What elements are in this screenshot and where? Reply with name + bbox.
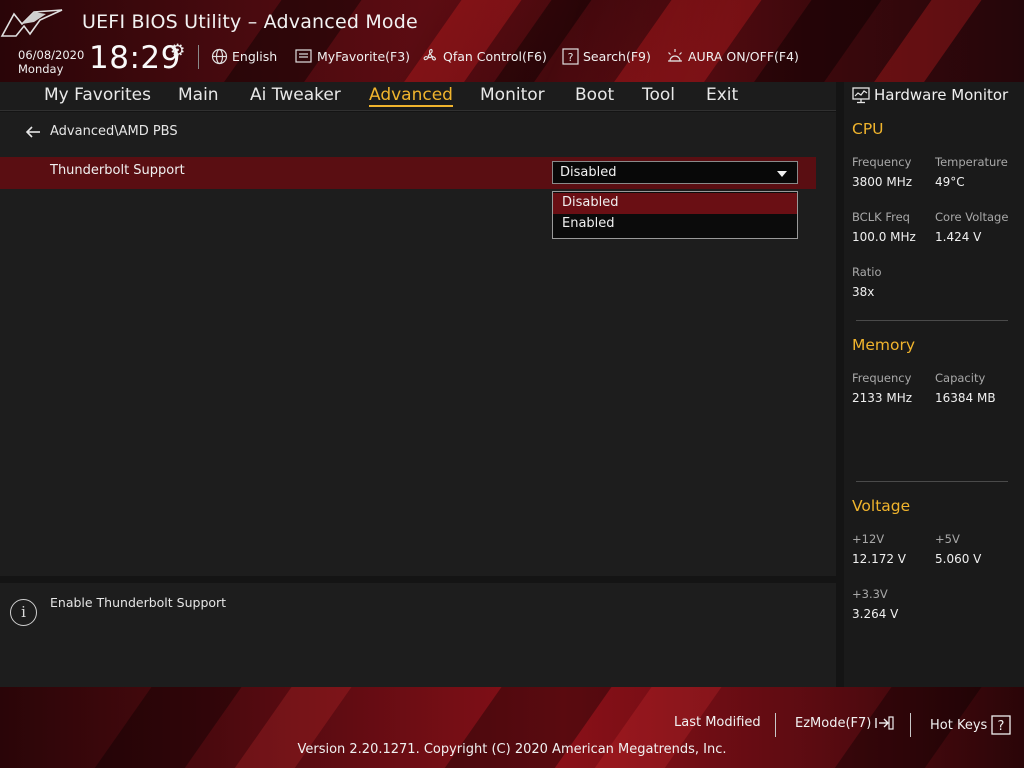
core-voltage-label: Core Voltage [935, 210, 1009, 224]
footer-divider [910, 713, 911, 737]
hot-keys-button[interactable]: Hot Keys ? [930, 715, 1012, 735]
help-icon: ? [991, 715, 1011, 735]
help-panel: i Enable Thunderbolt Support [0, 583, 836, 687]
v12-label: +12V [852, 532, 885, 546]
memory-frequency-value: 2133 MHz [852, 391, 913, 405]
setting-row-thunderbolt[interactable]: Thunderbolt Support Disabled [0, 157, 816, 189]
tab-ai-tweaker[interactable]: Ai Tweaker [250, 85, 341, 105]
ezmode-label: EzMode(F7) [795, 715, 872, 731]
qfan-button[interactable]: Qfan Control(F6) [421, 46, 547, 66]
clock-display: 18:29 [89, 40, 181, 76]
v5-label: +5V [935, 532, 960, 546]
cpu-section-title: CPU [852, 120, 884, 138]
last-modified-button[interactable]: Last Modified [674, 715, 761, 730]
svg-text:?: ? [568, 51, 574, 64]
fan-icon [423, 48, 437, 61]
option-disabled[interactable]: Disabled [553, 193, 797, 214]
aura-button[interactable]: AURA ON/OFF(F4) [666, 46, 799, 66]
hot-keys-label: Hot Keys [930, 717, 988, 733]
cpu-temperature-label: Temperature [935, 155, 1008, 169]
cpu-frequency-value: 3800 MHz [852, 175, 913, 189]
breadcrumb[interactable]: Advanced\AMD PBS [25, 124, 178, 139]
ratio-value: 38x [852, 285, 875, 299]
date-display: 06/08/2020 Monday [18, 48, 84, 76]
memory-capacity-value: 16384 MB [935, 391, 996, 405]
help-text: Enable Thunderbolt Support [50, 595, 227, 610]
cpu-temperature-value: 49°C [935, 175, 965, 189]
search-help-icon: ? [562, 47, 579, 65]
svg-text:?: ? [998, 719, 1005, 734]
select-value: Disabled [560, 165, 617, 180]
bclk-label: BCLK Freq [852, 210, 910, 224]
myfavorite-label: MyFavorite(F3) [317, 48, 411, 64]
tab-tool[interactable]: Tool [642, 85, 675, 105]
monitor-icon [852, 86, 870, 103]
back-arrow-icon[interactable] [25, 125, 41, 138]
search-button[interactable]: ? Search(F9) [562, 46, 651, 66]
hardware-monitor-panel: Hardware Monitor CPU Frequency Temperatu… [844, 82, 1024, 687]
gear-icon[interactable]: ⚙ [170, 41, 185, 61]
v5-value: 5.060 V [935, 552, 982, 566]
favorite-list-icon [295, 48, 312, 63]
v33-label: +3.3V [852, 587, 888, 601]
last-modified-label: Last Modified [674, 715, 761, 730]
aura-light-icon [668, 49, 682, 62]
copyright-text: Version 2.20.1271. Copyright (C) 2020 Am… [297, 742, 727, 757]
voltage-section-title: Voltage [852, 497, 911, 515]
day-text: Monday [18, 62, 64, 76]
tab-exit[interactable]: Exit [706, 85, 738, 105]
breadcrumb-path: Advanced\AMD PBS [50, 124, 178, 139]
hardware-monitor-title: Hardware Monitor [852, 86, 1008, 104]
ratio-label: Ratio [852, 265, 882, 279]
memory-section-title: Memory [852, 336, 916, 354]
globe-icon [211, 48, 228, 64]
core-voltage-value: 1.424 V [935, 230, 982, 244]
aura-label: AURA ON/OFF(F4) [688, 48, 799, 64]
settings-panel: Advanced\AMD PBS Thunderbolt Support Dis… [0, 112, 836, 576]
myfavorite-button[interactable]: MyFavorite(F3) [295, 46, 410, 66]
footer-divider [775, 713, 776, 737]
v33-value: 3.264 V [852, 607, 899, 621]
v12-value: 12.172 V [852, 552, 907, 566]
bclk-value: 100.0 MHz [852, 230, 916, 244]
tab-main[interactable]: Main [178, 85, 219, 105]
language-button[interactable]: English [211, 46, 277, 66]
qfan-label: Qfan Control(F6) [443, 48, 547, 64]
language-label: English [232, 48, 278, 64]
date-text: 06/08/2020 [18, 48, 85, 62]
tab-boot[interactable]: Boot [575, 85, 614, 105]
chevron-down-icon [777, 171, 787, 177]
hardware-monitor-label: Hardware Monitor [874, 86, 1009, 104]
rog-logo [0, 9, 63, 37]
cpu-divider [856, 320, 1008, 321]
memory-frequency-label: Frequency [852, 371, 912, 385]
footer-bar: Last Modified EzMode(F7) Hot Keys ? Vers… [0, 687, 1024, 768]
page-title: UEFI BIOS Utility – Advanced Mode [82, 11, 418, 33]
main-tabs: My Favorites Main Ai Tweaker Advanced Mo… [0, 82, 836, 111]
setting-label: Thunderbolt Support [50, 163, 185, 178]
exit-to-ezmode-icon [875, 716, 894, 730]
tab-advanced[interactable]: Advanced [369, 85, 453, 107]
memory-divider [856, 481, 1008, 482]
search-label: Search(F9) [583, 48, 651, 64]
tab-my-favorites[interactable]: My Favorites [44, 85, 151, 105]
thunderbolt-select[interactable]: Disabled [552, 161, 798, 184]
header-divider [198, 45, 199, 69]
cpu-frequency-label: Frequency [852, 155, 912, 169]
option-enabled[interactable]: Enabled [553, 214, 797, 235]
memory-capacity-label: Capacity [935, 371, 986, 385]
tab-monitor[interactable]: Monitor [480, 85, 545, 105]
ezmode-button[interactable]: EzMode(F7) [795, 715, 894, 731]
info-icon: i [10, 599, 37, 626]
thunderbolt-options-list: Disabled Enabled [552, 191, 798, 239]
